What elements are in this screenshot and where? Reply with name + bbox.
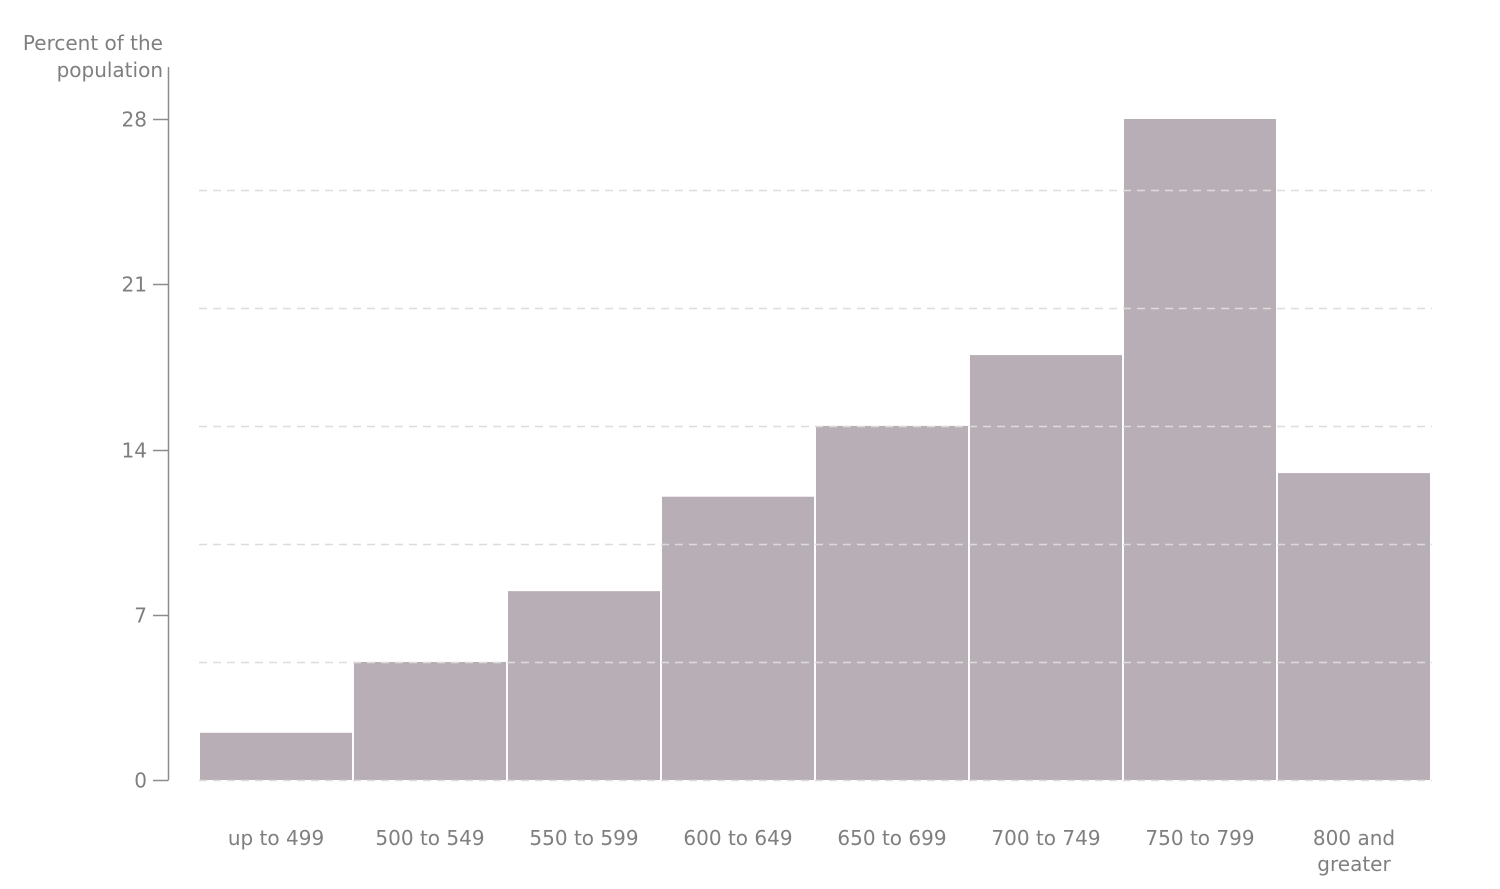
x-tick-label: 650 to 699 — [837, 826, 946, 850]
x-axis-labels: up to 499 500 to 549 550 to 599 600 to 649 6… — [228, 826, 1395, 876]
histogram-bar — [508, 591, 660, 780]
x-tick-label: 700 to 749 — [991, 826, 1100, 850]
x-tick-label: 600 to 649 — [683, 826, 792, 850]
y-tick-label: 14 — [122, 439, 147, 463]
x-tick-label: 750 to 799 — [1145, 826, 1254, 850]
y-tick-label: 21 — [122, 273, 147, 297]
histogram-bar — [662, 496, 814, 780]
histogram-bar — [1124, 119, 1276, 780]
x-tick-label: 800 and greater — [1313, 826, 1395, 876]
histogram-bar — [970, 355, 1122, 780]
x-tick-label: 500 to 549 — [375, 826, 484, 850]
y-tick-label: 7 — [134, 604, 147, 628]
histogram-bar — [816, 425, 968, 780]
histogram-bar — [200, 732, 352, 780]
y-tick-label: 28 — [122, 108, 147, 132]
y-axis: 0 7 14 21 28 — [122, 67, 170, 793]
y-axis-title-line-1: Percent of the — [23, 31, 163, 55]
histogram-bar — [1278, 473, 1430, 780]
y-axis-title: Percent of the population — [23, 31, 163, 82]
bars-layer — [200, 119, 1430, 780]
x-tick-label: 550 to 599 — [529, 826, 638, 850]
histogram-bar — [354, 661, 506, 780]
histogram-chart: 0 7 14 21 28 up to 499 500 to 549 550 to 599 60… — [23, 31, 1432, 876]
y-axis-title-line-2: population — [57, 58, 163, 82]
y-tick-label: 0 — [134, 769, 147, 793]
x-tick-label: up to 499 — [228, 826, 324, 850]
